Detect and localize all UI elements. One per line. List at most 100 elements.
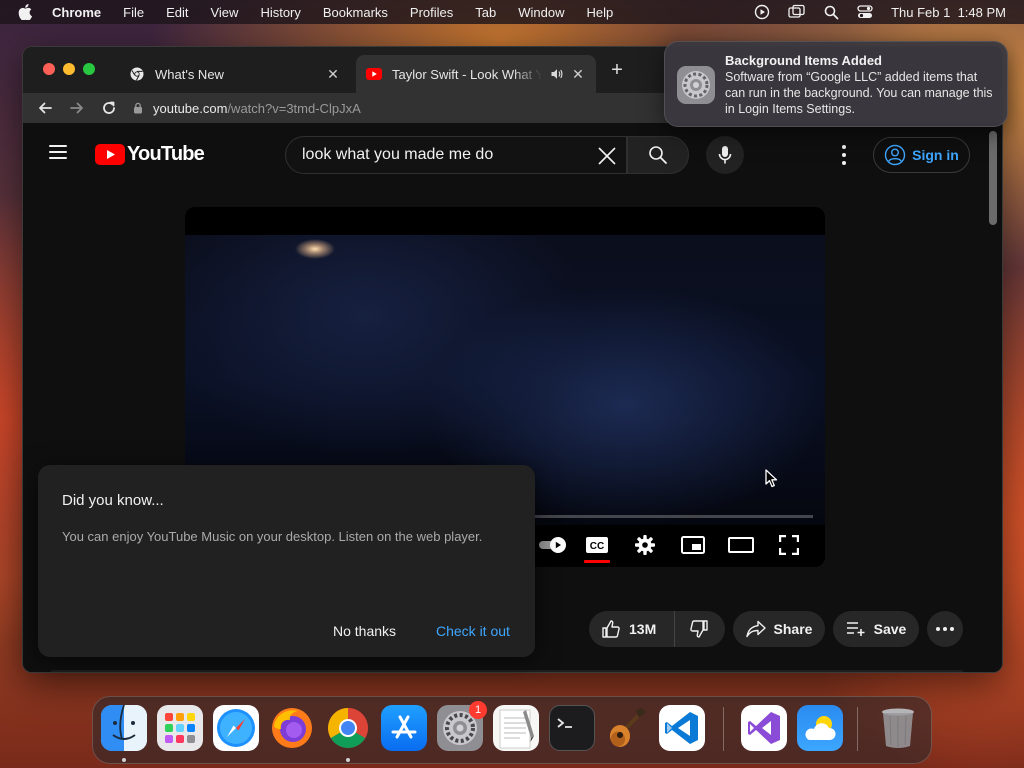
tab-title: Taylor Swift - Look What You Made Me Do [392, 66, 542, 82]
microphone-icon [718, 146, 732, 164]
launchpad-dock-icon[interactable] [157, 705, 203, 751]
reload-icon[interactable] [97, 96, 121, 120]
macos-menu-bar: Chrome File Edit View History Bookmarks … [0, 0, 1024, 24]
voice-search-button[interactable] [706, 136, 744, 174]
menu-file[interactable]: File [123, 5, 144, 20]
theater-mode-icon[interactable] [727, 531, 755, 559]
youtube-logo[interactable]: YouTube [95, 143, 205, 166]
youtube-logo-icon [95, 144, 125, 165]
screen-mirroring-icon[interactable] [788, 4, 806, 20]
youtube-wordmark: YouTube [127, 143, 205, 165]
search-button[interactable] [627, 136, 689, 174]
new-tab-button[interactable]: + [607, 60, 627, 81]
share-arrow-icon [745, 620, 766, 638]
youtube-icon [366, 66, 382, 82]
dock-separator [857, 707, 858, 751]
tab-audio-playing-icon[interactable] [550, 67, 564, 84]
menu-edit[interactable]: Edit [166, 5, 188, 20]
mouse-pointer-icon [765, 469, 778, 488]
notification-title: Background Items Added [725, 53, 882, 68]
spotlight-search-icon[interactable] [824, 5, 839, 20]
media-play-icon[interactable] [754, 4, 770, 20]
settings-gear-icon[interactable] [631, 531, 659, 559]
tab-whats-new[interactable]: What's New ✕ [119, 55, 351, 93]
content-divider [51, 670, 963, 672]
system-settings-badge: 1 [469, 701, 487, 719]
account-icon [884, 144, 906, 166]
subtitles-cc-icon[interactable]: CC [583, 531, 611, 563]
share-button[interactable]: Share [733, 611, 825, 647]
finder-running-indicator [122, 758, 126, 762]
guide-menu-icon[interactable] [49, 145, 67, 159]
url-host: youtube.com [153, 100, 228, 116]
background-items-notification[interactable]: Background Items Added Software from “Go… [664, 41, 1008, 127]
url-path: /watch?v=3tmd-ClpJxA [227, 100, 361, 116]
trash-dock-icon[interactable] [875, 705, 921, 751]
control-center-icon[interactable] [857, 5, 873, 19]
clear-search-icon[interactable] [596, 145, 618, 172]
menu-tab[interactable]: Tab [475, 5, 496, 20]
svg-text:CC: CC [590, 541, 604, 552]
tab-youtube-video[interactable]: Taylor Swift - Look What You Made Me Do … [356, 55, 596, 93]
like-count: 13M [629, 621, 657, 637]
weather-dock-icon[interactable] [797, 705, 843, 751]
search-icon [649, 146, 667, 164]
menu-help[interactable]: Help [587, 5, 614, 20]
site-info-lock-icon[interactable] [133, 102, 143, 114]
zoom-window-button[interactable] [83, 63, 95, 75]
check-it-out-button[interactable]: Check it out [436, 623, 510, 639]
page-scrollbar[interactable] [989, 131, 997, 225]
safari-dock-icon[interactable] [213, 705, 259, 751]
youtube-header: YouTube Sign in [23, 123, 1002, 187]
like-button[interactable]: 13M [589, 611, 675, 647]
address-bar[interactable]: youtube.com/watch?v=3tmd-ClpJxA [133, 95, 733, 121]
menu-app-name[interactable]: Chrome [52, 5, 101, 20]
miniplayer-icon[interactable] [679, 531, 707, 559]
back-arrow-icon[interactable] [33, 96, 57, 120]
add-to-playlist-icon [846, 622, 865, 636]
dock-separator [723, 707, 724, 751]
fullscreen-icon[interactable] [775, 531, 803, 559]
tab-title: What's New [155, 66, 224, 82]
notification-body: Software from “Google LLC” added items t… [725, 70, 993, 116]
menu-bookmarks[interactable]: Bookmarks [323, 5, 388, 20]
close-window-button[interactable] [43, 63, 55, 75]
more-horizontal-icon [936, 627, 954, 631]
menu-history[interactable]: History [260, 5, 300, 20]
youtube-music-promo-dialog: Did you know... You can enjoy YouTube Mu… [38, 465, 535, 657]
save-button[interactable]: Save [833, 611, 919, 647]
close-tab-icon[interactable]: ✕ [570, 66, 586, 82]
finder-dock-icon[interactable] [101, 705, 147, 751]
apple-menu-icon[interactable] [18, 4, 34, 20]
menu-view[interactable]: View [210, 5, 238, 20]
no-thanks-button[interactable]: No thanks [333, 623, 396, 639]
sign-in-button[interactable]: Sign in [873, 137, 970, 173]
close-tab-icon[interactable]: ✕ [325, 66, 341, 82]
visual-studio-dock-icon[interactable] [741, 705, 787, 751]
settings-more-icon[interactable] [839, 145, 849, 165]
more-actions-button[interactable] [927, 611, 963, 647]
app-store-dock-icon[interactable] [381, 705, 427, 751]
autoplay-toggle[interactable] [539, 531, 567, 559]
firefox-dock-icon[interactable] [269, 705, 315, 751]
system-settings-gear-icon [677, 66, 715, 104]
window-controls [43, 63, 95, 75]
vscode-dock-icon[interactable] [659, 705, 705, 751]
chrome-dock-icon[interactable] [325, 705, 371, 751]
share-label: Share [773, 621, 813, 637]
minimize-window-button[interactable] [63, 63, 75, 75]
garageband-dock-icon[interactable] [605, 705, 651, 751]
sign-in-label: Sign in [912, 147, 959, 163]
promo-body: You can enjoy YouTube Music on your desk… [62, 529, 483, 544]
textedit-dock-icon[interactable] [493, 705, 539, 751]
thumbs-down-icon [690, 620, 708, 638]
menu-window[interactable]: Window [518, 5, 564, 20]
save-label: Save [873, 621, 907, 637]
search-input[interactable] [302, 146, 592, 164]
dislike-button[interactable] [675, 611, 723, 647]
terminal-dock-icon[interactable] [549, 705, 595, 751]
menubar-clock[interactable]: Thu Feb 1 1:48 PM [891, 5, 1006, 20]
promo-title: Did you know... [62, 492, 164, 509]
forward-arrow-icon[interactable] [65, 96, 89, 120]
menu-profiles[interactable]: Profiles [410, 5, 453, 20]
